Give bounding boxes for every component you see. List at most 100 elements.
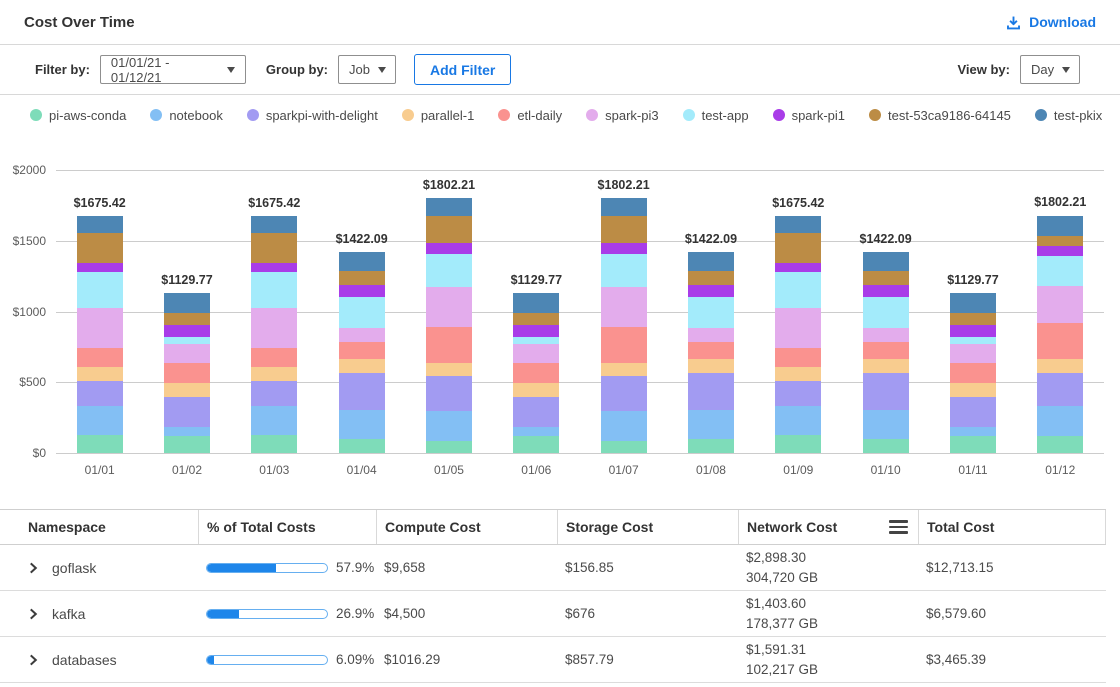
progress-bar-fill: [207, 610, 239, 618]
bar-segment-test-53ca9186-64145: [863, 271, 909, 285]
bar-segment-parallel-1: [601, 363, 647, 377]
bar-segment-test-app: [426, 254, 472, 287]
stacked-bar-01/08[interactable]: [688, 252, 734, 453]
x-axis-tick-label: 01/01: [85, 463, 115, 477]
bar-segment-test-53ca9186-64145: [339, 271, 385, 285]
bar-segment-test-pkix: [513, 293, 559, 313]
bar-segment-etl-daily: [164, 363, 210, 383]
legend-item-label: spark-pi3: [605, 108, 658, 123]
stacked-bar-01/10[interactable]: [863, 252, 909, 453]
legend-items: pi-aws-conda notebook sparkpi-with-delight…: [30, 108, 1120, 123]
bar-segment-spark-pi3: [688, 328, 734, 343]
bar-total-label: $1802.21: [598, 178, 650, 192]
legend-item-etl-daily[interactable]: etl-daily: [498, 108, 562, 123]
legend-item-label: test-53ca9186-64145: [888, 108, 1011, 123]
table-row-goflask[interactable]: goflask57.9%$9,658$156.85$2,898.30304,72…: [0, 545, 1106, 591]
bar-segment-test-pkix: [164, 293, 210, 313]
bar-segment-sparkpi-with-delight: [426, 376, 472, 411]
legend-item-sparkpi-with-delight[interactable]: sparkpi-with-delight: [247, 108, 378, 123]
bar-segment-test-app: [775, 272, 821, 308]
download-button[interactable]: Download: [1005, 14, 1096, 31]
bar-segment-sparkpi-with-delight: [77, 381, 123, 407]
legend-dot-icon: [869, 109, 881, 121]
expand-chevron-icon[interactable]: [28, 654, 39, 666]
legend-item-test-app[interactable]: test-app: [683, 108, 749, 123]
bar-segment-test-app: [601, 254, 647, 287]
bar-segment-spark-pi1: [77, 263, 123, 273]
stacked-bar-01/03[interactable]: [251, 216, 297, 453]
bar-segment-etl-daily: [601, 327, 647, 363]
stacked-bar-01/04[interactable]: [339, 252, 385, 453]
bar-segment-pi-aws-conda: [251, 435, 297, 453]
bar-segment-sparkpi-with-delight: [164, 397, 210, 427]
legend-item-label: etl-daily: [517, 108, 562, 123]
legend-item-test-pkix[interactable]: test-pkix: [1035, 108, 1102, 123]
bar-segment-etl-daily: [77, 348, 123, 367]
legend-item-spark-pi1[interactable]: spark-pi1: [773, 108, 845, 123]
pct-label: 6.09%: [336, 652, 374, 667]
bar-segment-test-53ca9186-64145: [688, 271, 734, 285]
bar-segment-sparkpi-with-delight: [251, 381, 297, 407]
legend-item-spark-pi3[interactable]: spark-pi3: [586, 108, 658, 123]
chevron-down-icon: [227, 67, 235, 73]
bar-segment-spark-pi3: [1037, 286, 1083, 323]
storage-cost-cell: $676: [557, 591, 738, 636]
bar-segment-etl-daily: [1037, 323, 1083, 360]
table-header-row: Namespace% of Total CostsCompute CostSto…: [0, 509, 1106, 545]
bar-segment-spark-pi3: [251, 308, 297, 347]
bar-segment-spark-pi1: [339, 285, 385, 296]
date-range-select[interactable]: 01/01/21 - 01/12/21: [100, 55, 246, 84]
bar-total-label: $1675.42: [74, 196, 126, 210]
bar-segment-spark-pi1: [164, 325, 210, 337]
expand-chevron-icon[interactable]: [28, 562, 39, 574]
bar-slot-01/08: $1422.0901/08: [667, 170, 754, 453]
legend-item-pi-aws-conda[interactable]: pi-aws-conda: [30, 108, 126, 123]
bar-segment-etl-daily: [339, 342, 385, 359]
namespace-cell: databases: [0, 637, 198, 682]
legend-item-label: pi-aws-conda: [49, 108, 126, 123]
stacked-bar-01/01[interactable]: [77, 216, 123, 453]
network-cost-value: $1,403.60: [746, 595, 806, 613]
bar-segment-parallel-1: [688, 359, 734, 373]
stacked-bar-01/09[interactable]: [775, 216, 821, 453]
stacked-bar-01/12[interactable]: [1037, 215, 1083, 453]
stacked-bar-01/06[interactable]: [513, 293, 559, 453]
bar-segment-pi-aws-conda: [339, 439, 385, 453]
stacked-bar-01/07[interactable]: [601, 198, 647, 453]
table-row-databases[interactable]: databases6.09%$1016.29$857.79$1,591.3110…: [0, 637, 1106, 683]
bar-segment-sparkpi-with-delight: [601, 376, 647, 411]
bar-segment-notebook: [950, 427, 996, 435]
x-axis-tick-label: 01/05: [434, 463, 464, 477]
bar-segment-test-53ca9186-64145: [775, 233, 821, 263]
view-by-select[interactable]: Day: [1020, 55, 1080, 84]
stacked-bar-01/02[interactable]: [164, 293, 210, 453]
legend-item-label: sparkpi-with-delight: [266, 108, 378, 123]
bar-segment-test-pkix: [601, 198, 647, 216]
legend-item-notebook[interactable]: notebook: [150, 108, 223, 123]
bar-segment-spark-pi1: [688, 285, 734, 296]
table-body: goflask57.9%$9,658$156.85$2,898.30304,72…: [0, 545, 1106, 683]
stacked-bar-01/11[interactable]: [950, 293, 996, 453]
column-menu-icon[interactable]: [889, 520, 908, 534]
legend-item-test-53ca9186-64145[interactable]: test-53ca9186-64145: [869, 108, 1011, 123]
bar-segment-pi-aws-conda: [775, 435, 821, 453]
bar-segment-sparkpi-with-delight: [863, 373, 909, 410]
bar-segment-parallel-1: [513, 383, 559, 397]
bar-segment-test-pkix: [77, 216, 123, 233]
group-by-select[interactable]: Job: [338, 55, 396, 84]
legend-dot-icon: [402, 109, 414, 121]
expand-chevron-icon[interactable]: [28, 608, 39, 620]
network-cost-cell: $2,898.30304,720 GB: [738, 545, 918, 590]
total-cost-cell: $3,465.39: [918, 637, 1106, 682]
legend-item-label: notebook: [169, 108, 223, 123]
stacked-bar-01/05[interactable]: [426, 198, 472, 453]
legend-item-parallel-1[interactable]: parallel-1: [402, 108, 474, 123]
bar-segment-parallel-1: [775, 367, 821, 381]
filter-toolbar: Filter by: 01/01/21 - 01/12/21 Group by:…: [0, 45, 1120, 95]
namespace-cell: kafka: [0, 591, 198, 636]
table-row-kafka[interactable]: kafka26.9%$4,500$676$1,403.60178,377 GB$…: [0, 591, 1106, 637]
add-filter-button[interactable]: Add Filter: [414, 54, 511, 85]
column-header-label: Storage Cost: [566, 519, 653, 535]
bar-segment-pi-aws-conda: [426, 441, 472, 454]
bar-segment-etl-daily: [775, 348, 821, 367]
